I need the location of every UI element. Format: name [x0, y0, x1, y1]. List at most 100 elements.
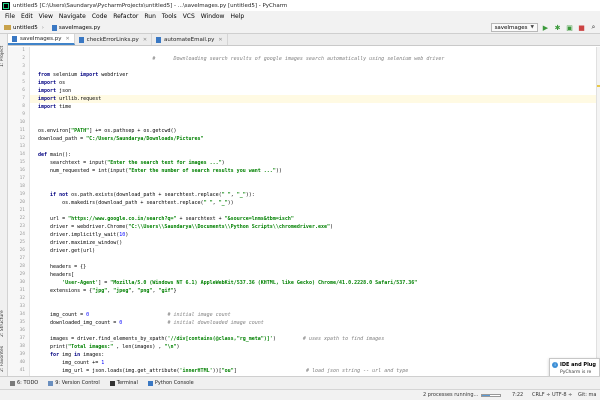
menu-run[interactable]: Run	[141, 13, 159, 20]
coverage-icon[interactable]: ▣	[565, 23, 574, 32]
line-number[interactable]: 23	[8, 223, 29, 231]
code-line[interactable]: import time	[30, 103, 596, 111]
code-line[interactable]: num_requested = int(input("Enter the num…	[30, 167, 596, 175]
line-number[interactable]: 9	[8, 111, 29, 119]
close-icon[interactable]: ✕	[218, 37, 222, 43]
code-editor[interactable]: # Downloading search results of google i…	[30, 47, 596, 376]
stop-icon[interactable]: ■	[577, 23, 586, 32]
git-branch[interactable]: Git: ma	[578, 392, 596, 398]
line-number[interactable]: 32	[8, 295, 29, 303]
code-line[interactable]	[30, 47, 596, 55]
editor-scroll-strip[interactable]	[596, 47, 600, 376]
menu-navigate[interactable]: Navigate	[56, 13, 89, 20]
line-number[interactable]: 31	[8, 287, 29, 295]
code-line[interactable]: if not os.path.exists(download_path + se…	[30, 191, 596, 199]
code-line[interactable]: downloaded_img_count = 0 # initial downl…	[30, 319, 596, 327]
terminal-tool-button[interactable]: Terminal	[109, 380, 138, 386]
code-line[interactable]: url = "https://www.google.co.in/search?q…	[30, 215, 596, 223]
menu-window[interactable]: Window	[198, 13, 228, 20]
code-line[interactable]: img_count = 0 # initial image count	[30, 311, 596, 319]
line-number[interactable]: 28	[8, 263, 29, 271]
line-number[interactable]: 8	[8, 103, 29, 111]
code-line[interactable]: images = driver.find_elements_by_xpath('…	[30, 335, 596, 343]
menu-code[interactable]: Code	[89, 13, 110, 20]
code-line[interactable]	[30, 295, 596, 303]
debug-icon[interactable]: ✱	[553, 23, 562, 32]
line-number[interactable]: 6	[8, 87, 29, 95]
menu-view[interactable]: View	[36, 13, 56, 20]
line-number[interactable]: 13	[8, 143, 29, 151]
line-number[interactable]: 2	[8, 55, 29, 63]
line-number[interactable]: 4	[8, 71, 29, 79]
code-line[interactable]	[30, 255, 596, 263]
code-line[interactable]	[30, 175, 596, 183]
code-line[interactable]	[30, 63, 596, 71]
code-line[interactable]	[30, 119, 596, 127]
menu-file[interactable]: File	[2, 13, 18, 20]
structure-tool-tab[interactable]: 2: Structure	[0, 304, 8, 344]
line-number[interactable]: 19	[8, 191, 29, 199]
code-line[interactable]: 'User-Agent'] = "Mozilla/5.0 (Windows NT…	[30, 279, 596, 287]
code-line[interactable]: print("Total images:" , len(images) , "\…	[30, 343, 596, 351]
line-separator[interactable]: CRLF ÷	[532, 392, 550, 398]
code-line[interactable]: img_count += 1	[30, 359, 596, 367]
code-line[interactable]: extensions = {"jpg", "jpeg", "png", "gif…	[30, 287, 596, 295]
line-number[interactable]: 21	[8, 207, 29, 215]
line-number[interactable]: 15	[8, 159, 29, 167]
code-line[interactable]: headers = {}	[30, 263, 596, 271]
code-line[interactable]: driver.maximize_window()	[30, 239, 596, 247]
favorites-tool-tab[interactable]: 2: Favorites	[0, 344, 8, 374]
line-number[interactable]: 18	[8, 183, 29, 191]
code-line[interactable]: import urllib.request	[30, 95, 596, 103]
line-number[interactable]: 29	[8, 271, 29, 279]
code-line[interactable]	[30, 143, 596, 151]
line-number[interactable]: 36	[8, 327, 29, 335]
line-number[interactable]: 37	[8, 335, 29, 343]
code-line[interactable]: driver.implicitly_wait(10)	[30, 231, 596, 239]
line-number[interactable]: 12	[8, 135, 29, 143]
line-number[interactable]: 24	[8, 231, 29, 239]
line-number[interactable]: 30	[8, 279, 29, 287]
line-number[interactable]: 10	[8, 119, 29, 127]
menu-refactor[interactable]: Refactor	[110, 13, 141, 20]
line-number[interactable]: 39	[8, 351, 29, 359]
run-icon[interactable]: ▶	[541, 23, 550, 32]
line-number[interactable]: 34	[8, 311, 29, 319]
code-line[interactable]: driver = webdriver.Chrome("C:\\Users\\Sa…	[30, 223, 596, 231]
close-icon[interactable]: ✕	[143, 37, 147, 43]
code-line[interactable]: headers[	[30, 271, 596, 279]
python-console-tool-button[interactable]: Python Console	[147, 380, 194, 386]
code-line[interactable]: import json	[30, 87, 596, 95]
line-number[interactable]: 14	[8, 151, 29, 159]
menu-vcs[interactable]: VCS	[180, 13, 198, 20]
code-line[interactable]: def main():	[30, 151, 596, 159]
close-icon[interactable]: ✕	[65, 36, 69, 42]
menu-tools[interactable]: Tools	[159, 13, 180, 20]
breadcrumb-file[interactable]: saveImages.py	[48, 24, 104, 31]
line-number[interactable]: 11	[8, 127, 29, 135]
line-number[interactable]: 27	[8, 255, 29, 263]
line-number[interactable]: 16	[8, 167, 29, 175]
code-line[interactable]	[30, 111, 596, 119]
code-line[interactable]: from selenium import webdriver	[30, 71, 596, 79]
line-number[interactable]: 40	[8, 359, 29, 367]
code-line[interactable]	[30, 207, 596, 215]
menu-edit[interactable]: Edit	[18, 13, 36, 20]
line-number[interactable]: 3	[8, 63, 29, 71]
code-line[interactable]: for img in images:	[30, 351, 596, 359]
code-line[interactable]: download_path = "C:/Users/Saundarya/Down…	[30, 135, 596, 143]
line-number[interactable]: 20	[8, 199, 29, 207]
tab-automateemail[interactable]: automateEmail.py ✕	[152, 34, 228, 45]
code-line[interactable]: driver.get(url)	[30, 247, 596, 255]
line-number[interactable]: 5	[8, 79, 29, 87]
todo-tool-button[interactable]: 6: TODO	[10, 380, 38, 386]
code-line[interactable]: img_url = json.loads(img.get_attribute('…	[30, 367, 596, 375]
line-number[interactable]: 25	[8, 239, 29, 247]
project-tool-tab[interactable]: 1: Project	[0, 36, 8, 76]
line-number[interactable]: 1	[8, 47, 29, 55]
tab-checkerrorlinks[interactable]: checkErrorLinks.py ✕	[75, 34, 153, 45]
line-number[interactable]: 7	[8, 95, 29, 103]
line-number[interactable]: 26	[8, 247, 29, 255]
breadcrumb-project[interactable]: untitled5 ›	[0, 25, 48, 31]
code-line[interactable]	[30, 327, 596, 335]
